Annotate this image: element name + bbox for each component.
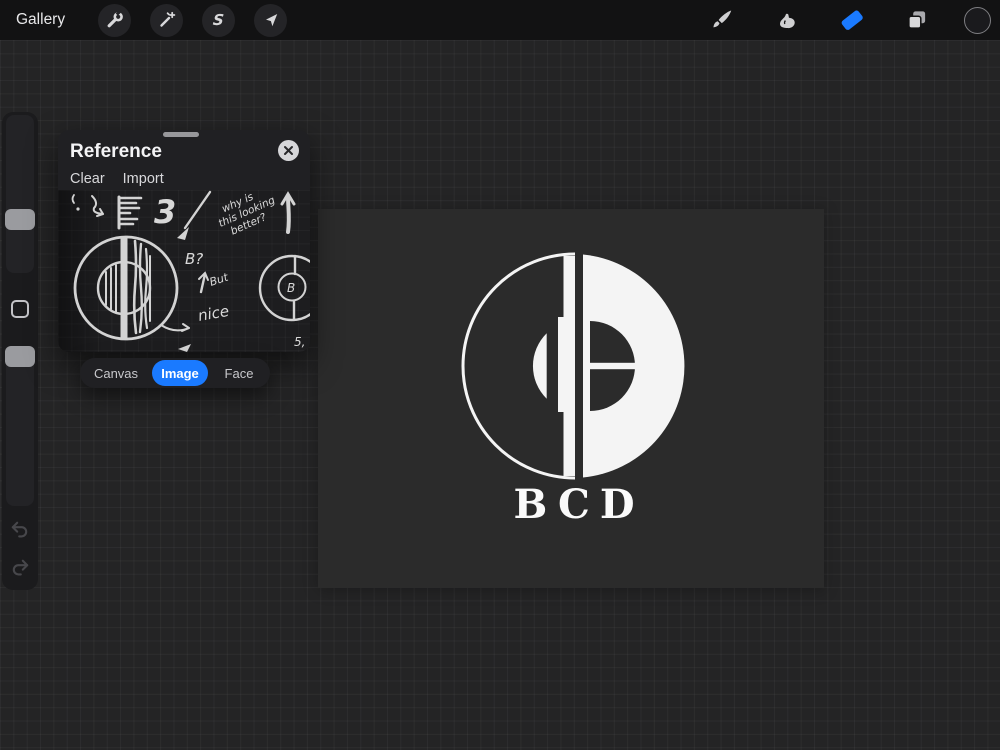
close-x-icon <box>283 145 294 156</box>
logo-inner-left-segment <box>533 333 547 399</box>
smudge-tool-button[interactable] <box>769 3 804 38</box>
color-swatch-button[interactable] <box>964 7 991 34</box>
magic-wand-icon <box>157 10 177 30</box>
eraser-tool-button[interactable] <box>834 3 869 38</box>
selection-button[interactable]: S <box>202 4 235 37</box>
sketch-b-question: B? <box>185 250 203 268</box>
import-button[interactable]: Import <box>123 171 164 187</box>
sketch-drawing: 3 why is this looking better? <box>58 190 310 352</box>
sketch-five: 5, <box>294 335 305 349</box>
paint-tool-button[interactable] <box>704 3 739 38</box>
transform-button[interactable] <box>254 4 287 37</box>
reference-panel[interactable]: Reference Clear Import <box>58 130 310 352</box>
opacity-handle[interactable] <box>5 346 35 367</box>
tab-face[interactable]: Face <box>208 358 270 388</box>
reference-actions: Clear Import <box>70 171 164 187</box>
layers-icon <box>904 7 930 33</box>
adjustments-button[interactable] <box>150 4 183 37</box>
tab-canvas[interactable]: Canvas <box>80 358 152 388</box>
sketch-nice: nice <box>197 302 231 325</box>
opacity-slider[interactable] <box>6 348 34 506</box>
drawing-canvas[interactable]: BCD <box>318 209 824 588</box>
selection-s-icon: S <box>212 11 225 29</box>
gallery-button[interactable]: Gallery <box>16 11 65 29</box>
brush-size-slider[interactable] <box>6 115 34 273</box>
wrench-icon <box>105 10 125 30</box>
top-toolbar: Gallery <box>0 0 1000 40</box>
clear-button[interactable]: Clear <box>70 171 105 187</box>
redo-button[interactable] <box>8 556 32 580</box>
reference-image[interactable]: 3 why is this looking better? <box>58 190 310 352</box>
workspace: BCD <box>0 40 1000 750</box>
procreate-app: Gallery <box>0 0 1000 750</box>
logo-horizontal-bar <box>590 363 636 369</box>
logo-left-bar <box>558 256 575 476</box>
undo-button[interactable] <box>8 518 32 542</box>
modify-button[interactable] <box>11 300 29 318</box>
transform-arrow-icon <box>261 10 281 30</box>
undo-icon <box>8 518 32 542</box>
bcd-logo-artwork: BCD <box>318 209 824 588</box>
reference-panel-title: Reference <box>70 141 162 163</box>
brush-size-handle[interactable] <box>5 209 35 230</box>
layers-button[interactable] <box>899 3 934 38</box>
panel-drag-handle[interactable] <box>163 132 199 137</box>
redo-icon <box>8 556 32 580</box>
close-button[interactable] <box>278 140 299 161</box>
toolbar-left-group: Gallery <box>0 4 287 37</box>
actions-button[interactable] <box>98 4 131 37</box>
smudge-finger-icon <box>774 7 800 33</box>
reference-tabs: Canvas Image Face <box>80 358 270 388</box>
sketch-circle-letter: B <box>287 281 295 295</box>
sketch-but: But <box>208 270 231 288</box>
sidebar <box>2 112 38 590</box>
tab-image[interactable]: Image <box>152 360 208 386</box>
sketch-number-3: 3 <box>154 193 176 231</box>
eraser-icon <box>838 6 866 34</box>
logo-wordmark: BCD <box>513 481 644 528</box>
toolbar-right-group <box>704 3 1000 38</box>
paint-brush-icon <box>709 7 735 33</box>
